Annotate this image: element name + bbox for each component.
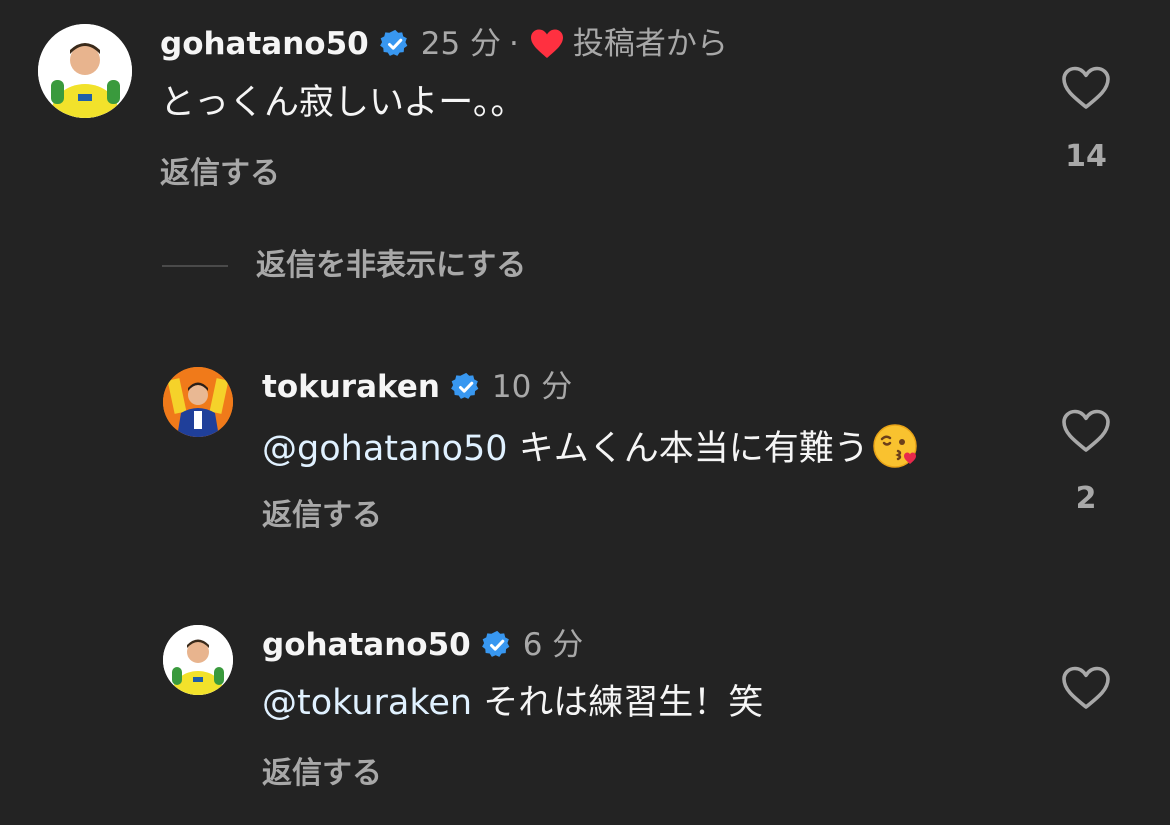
comment-text: @tokuraken それは練習生！笑 — [262, 680, 763, 726]
comment-header: gohatano50 25 分 · 投稿者から — [160, 24, 728, 64]
comment-body: とっくん寂しいよー。。 — [160, 83, 526, 123]
verified-badge-icon — [379, 28, 411, 60]
reply-button[interactable]: 返信する — [262, 496, 382, 536]
verified-badge-icon — [450, 371, 482, 403]
face-blowing-kiss-emoji — [871, 422, 919, 470]
comment-header: gohatano50 6 分 — [262, 625, 583, 665]
comment-time: 25 分 — [420, 26, 502, 62]
username[interactable]: gohatano50 — [160, 24, 369, 64]
avatar[interactable] — [163, 625, 233, 695]
separator-dot: · — [509, 26, 519, 62]
comment-text: @gohatano50 キムくん本当に有難う — [262, 422, 919, 472]
username[interactable]: tokuraken — [262, 367, 440, 407]
avatar[interactable] — [38, 24, 132, 118]
heart-outline-icon[interactable] — [1060, 665, 1112, 711]
mention-link[interactable]: @tokuraken — [262, 683, 472, 723]
liked-by-author-label: 投稿者から — [572, 26, 728, 62]
heart-outline-icon[interactable] — [1060, 408, 1112, 454]
comment-time: 6 分 — [522, 627, 584, 663]
comment-body: それは練習生！笑 — [472, 683, 764, 723]
comment-header: tokuraken 10 分 — [262, 367, 572, 407]
comment-time: 10 分 — [491, 369, 573, 405]
divider-line — [162, 265, 228, 267]
reply-button[interactable]: 返信する — [262, 754, 382, 794]
comment-text: とっくん寂しいよー。。 — [160, 80, 525, 126]
avatar[interactable] — [163, 367, 233, 437]
heart-filled-icon — [529, 28, 565, 60]
reply-button[interactable]: 返信する — [160, 154, 280, 194]
mention-link[interactable]: @gohatano50 — [262, 429, 508, 469]
heart-outline-icon[interactable] — [1060, 65, 1112, 111]
like-count: 14 — [1065, 139, 1107, 174]
hide-replies-button[interactable]: 返信を非表示にする — [256, 246, 526, 286]
comment-body: キムくん本当に有難う — [507, 429, 869, 469]
like-count: 2 — [1075, 481, 1097, 516]
username[interactable]: gohatano50 — [262, 625, 471, 665]
verified-badge-icon — [481, 629, 513, 661]
